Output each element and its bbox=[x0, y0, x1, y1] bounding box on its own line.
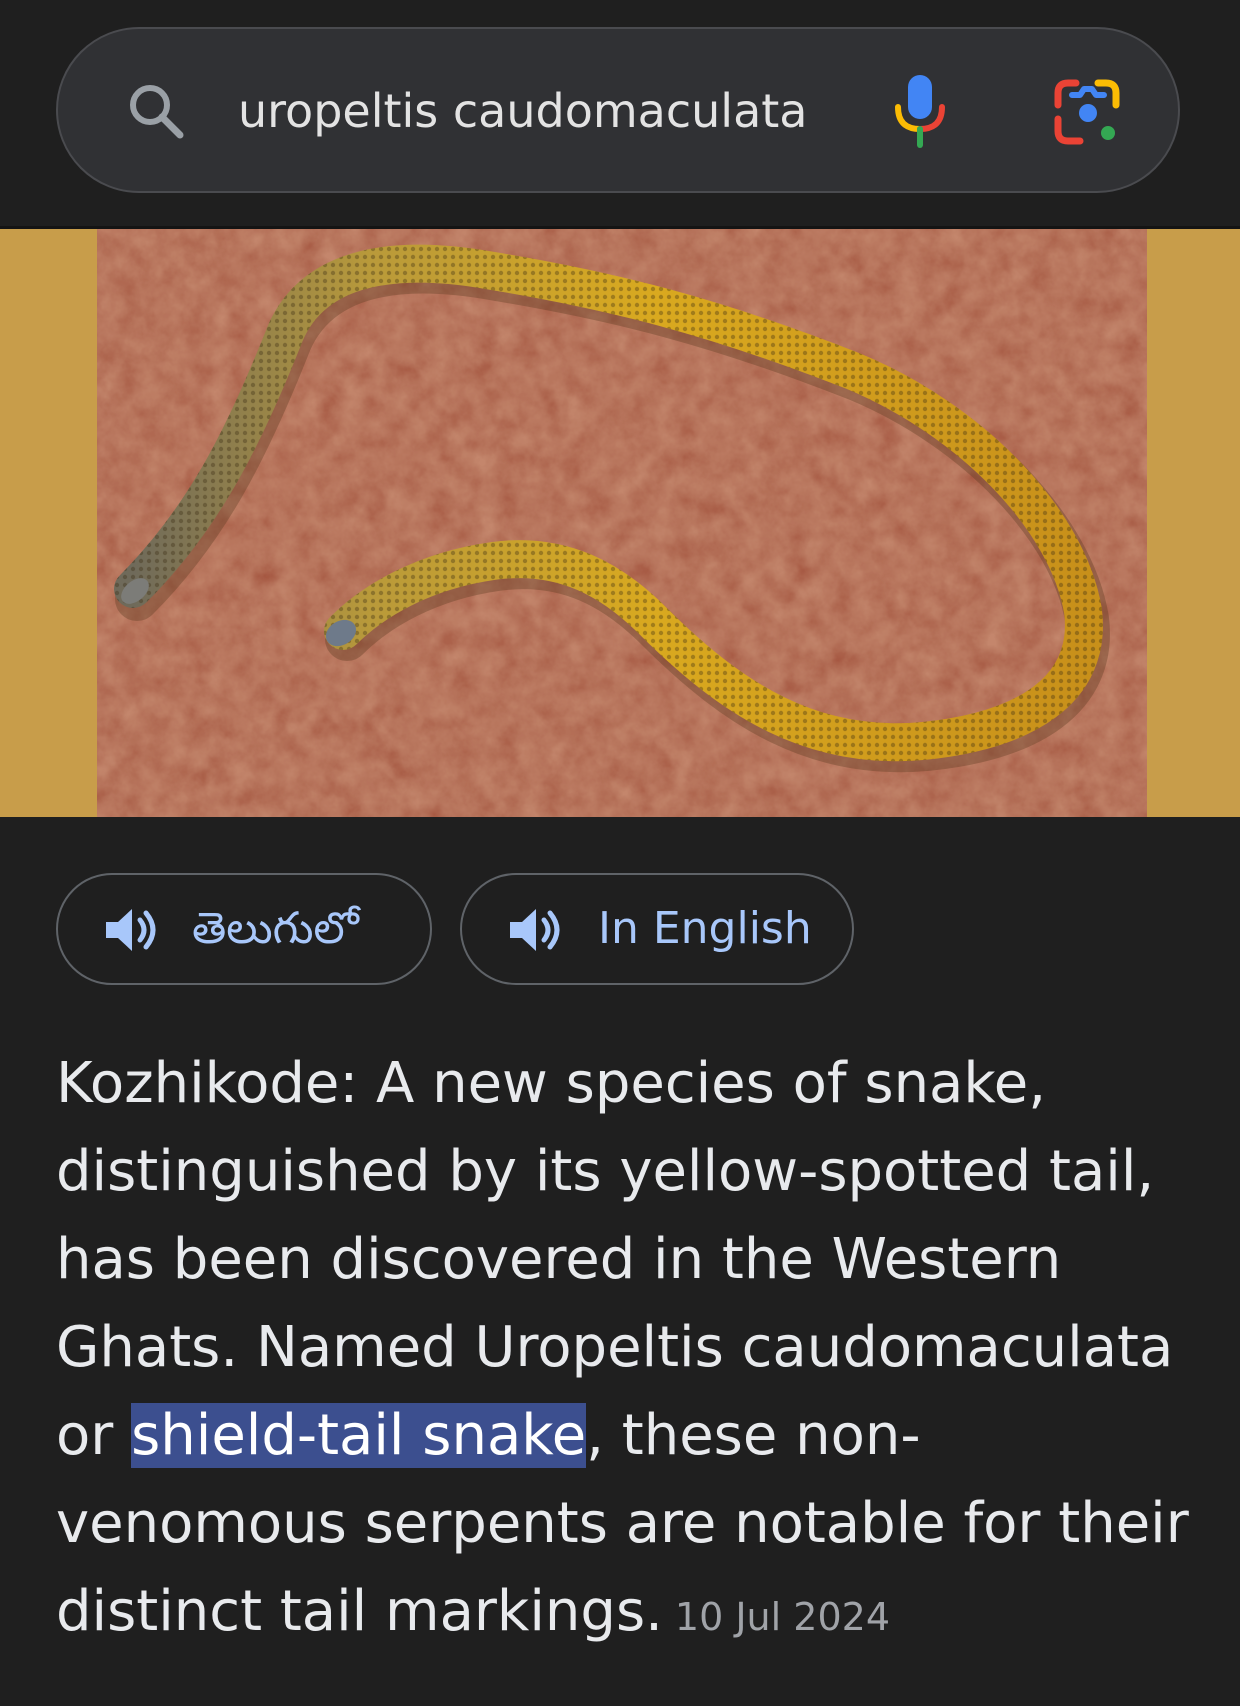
lens-icon[interactable] bbox=[1050, 75, 1124, 149]
listen-telugu-button[interactable]: తెలుగులో bbox=[56, 873, 432, 985]
speaker-icon bbox=[106, 909, 156, 951]
top-bar: uropeltis caudomaculata bbox=[0, 0, 1240, 229]
search-icon[interactable] bbox=[124, 79, 188, 143]
listen-english-button[interactable]: In English bbox=[460, 873, 854, 985]
listen-english-label: In English bbox=[598, 903, 812, 954]
article-snippet: Kozhikode: A new species of snake, disti… bbox=[56, 1040, 1206, 1661]
search-box[interactable]: uropeltis caudomaculata bbox=[56, 27, 1180, 193]
snake-photo[interactable] bbox=[97, 229, 1147, 817]
mic-icon[interactable] bbox=[890, 71, 950, 151]
speaker-icon bbox=[510, 909, 560, 951]
article-date: 10 Jul 2024 bbox=[674, 1595, 890, 1639]
highlighted-term: shield-tail snake bbox=[131, 1403, 587, 1468]
listen-telugu-label: తెలుగులో bbox=[192, 903, 359, 954]
search-query[interactable]: uropeltis caudomaculata bbox=[238, 79, 808, 143]
hero-image-panel[interactable] bbox=[0, 229, 1240, 817]
